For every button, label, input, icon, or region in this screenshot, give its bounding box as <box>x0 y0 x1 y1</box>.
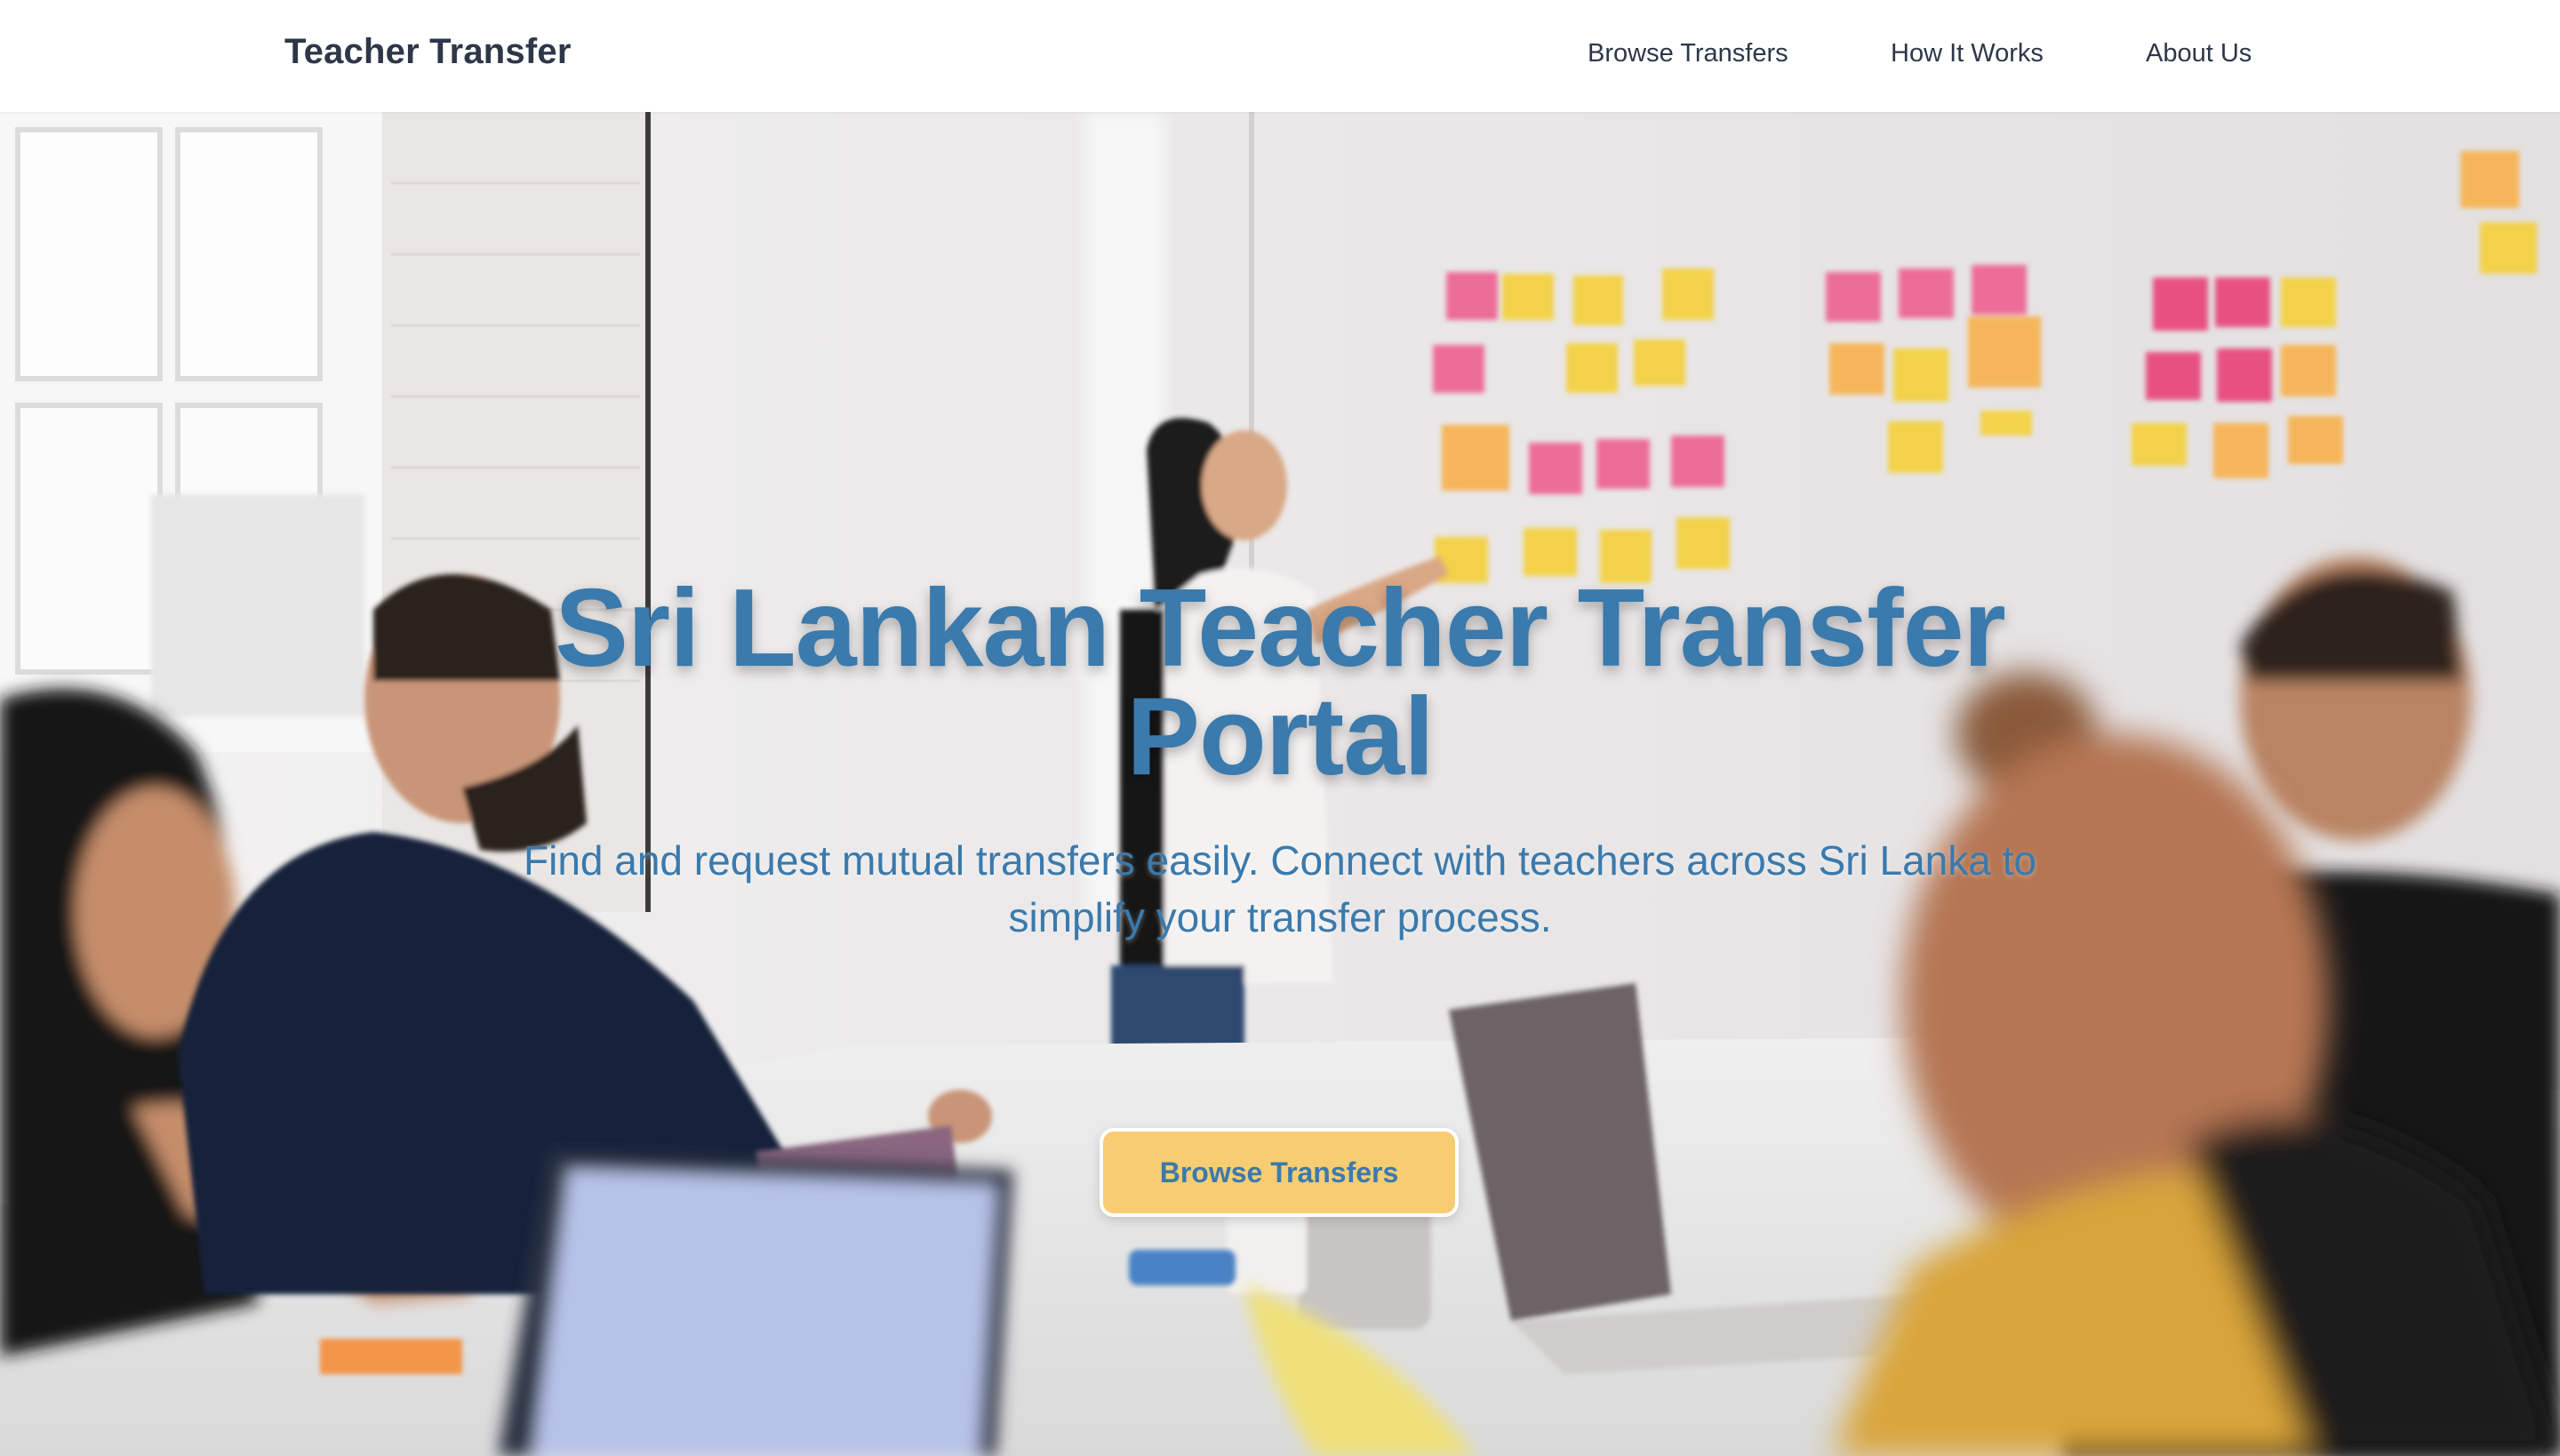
window-area <box>0 112 382 752</box>
laptop-left <box>498 1152 1013 1456</box>
top-navbar: Teacher Transfer Browse Transfers How It… <box>0 0 2560 112</box>
brand-logo[interactable]: Teacher Transfer <box>284 32 572 72</box>
hero-section: Sri Lankan Teacher Transfer Portal Find … <box>0 112 2560 1456</box>
nav-about-us[interactable]: About Us <box>2146 39 2252 68</box>
nav-browse-transfers[interactable]: Browse Transfers <box>1588 39 1788 68</box>
hero-subtitle: Find and request mutual transfers easily… <box>524 837 2036 940</box>
nav-how-it-works[interactable]: How It Works <box>1891 39 2044 68</box>
hero-title: Sri Lankan Teacher Transfer Portal <box>555 567 2006 798</box>
browse-transfers-button[interactable]: Browse Transfers <box>1100 1128 1459 1217</box>
